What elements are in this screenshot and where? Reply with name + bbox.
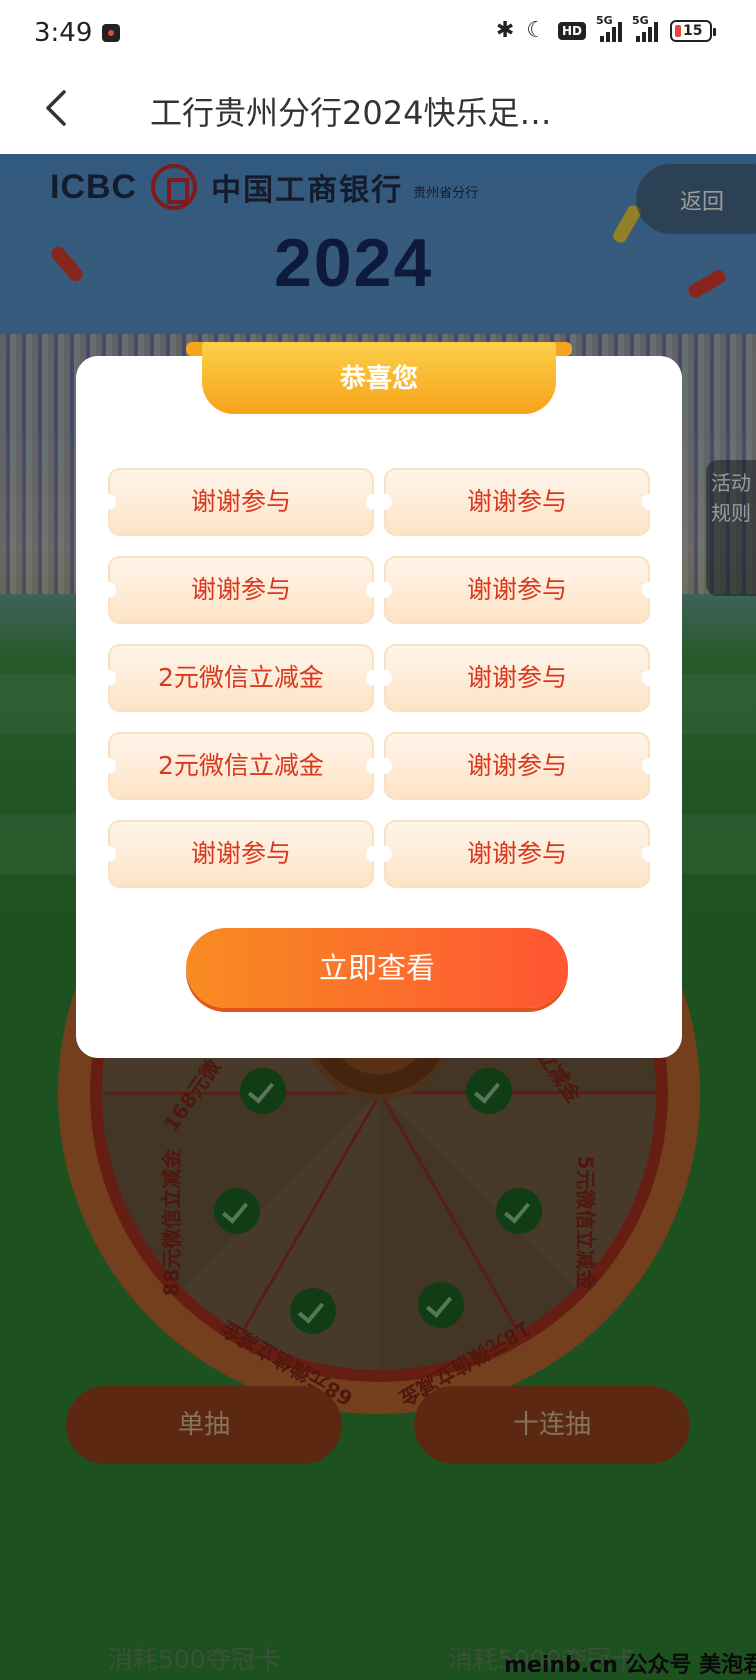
prize-coupon: 谢谢参与 <box>378 468 656 536</box>
status-icons: ✱ ☾ HD 5G 5G 15 <box>495 14 716 44</box>
modal-title: 恭喜您 <box>339 364 418 394</box>
status-time: 3:49 <box>34 18 93 48</box>
bluetooth-icon: ✱ <box>495 18 515 43</box>
back-arrow-icon[interactable] <box>36 86 80 130</box>
prize-coupon: 谢谢参与 <box>378 644 656 712</box>
prize-coupon: 谢谢参与 <box>102 556 380 624</box>
prize-result-modal: 恭喜您 谢谢参与 谢谢参与 谢谢参与 谢谢参与 2元微信立减金 谢谢参与 2元微… <box>76 342 682 1058</box>
prize-coupon: 谢谢参与 <box>102 820 380 888</box>
page-title: 工行贵州分行2024快乐足… <box>150 94 552 132</box>
prize-coupon: 2元微信立减金 <box>102 732 380 800</box>
prize-list: 谢谢参与 谢谢参与 谢谢参与 谢谢参与 2元微信立减金 谢谢参与 2元微信立减金… <box>102 468 656 888</box>
prize-coupon: 谢谢参与 <box>378 820 656 888</box>
prize-coupon: 谢谢参与 <box>378 732 656 800</box>
nav-bar: 工行贵州分行2024快乐足… <box>0 66 756 154</box>
battery-icon: 15 <box>670 20 716 42</box>
view-now-button[interactable]: 立即查看 <box>186 928 568 1008</box>
hd-icon: HD <box>557 22 586 40</box>
modal-header-ribbon: 恭喜您 <box>186 342 572 414</box>
status-bar: 3:49 ✱ ☾ HD 5G 5G 15 <box>0 0 756 66</box>
moon-icon: ☾ <box>526 18 546 43</box>
prize-coupon: 谢谢参与 <box>378 556 656 624</box>
signal-5g-icon: 5G <box>596 14 622 42</box>
battery-level: 15 <box>683 23 703 39</box>
prize-coupon: 2元微信立减金 <box>102 644 380 712</box>
signal-5g-2-icon: 5G <box>632 14 658 42</box>
notification-icon <box>102 24 120 42</box>
prize-coupon: 谢谢参与 <box>102 468 380 536</box>
